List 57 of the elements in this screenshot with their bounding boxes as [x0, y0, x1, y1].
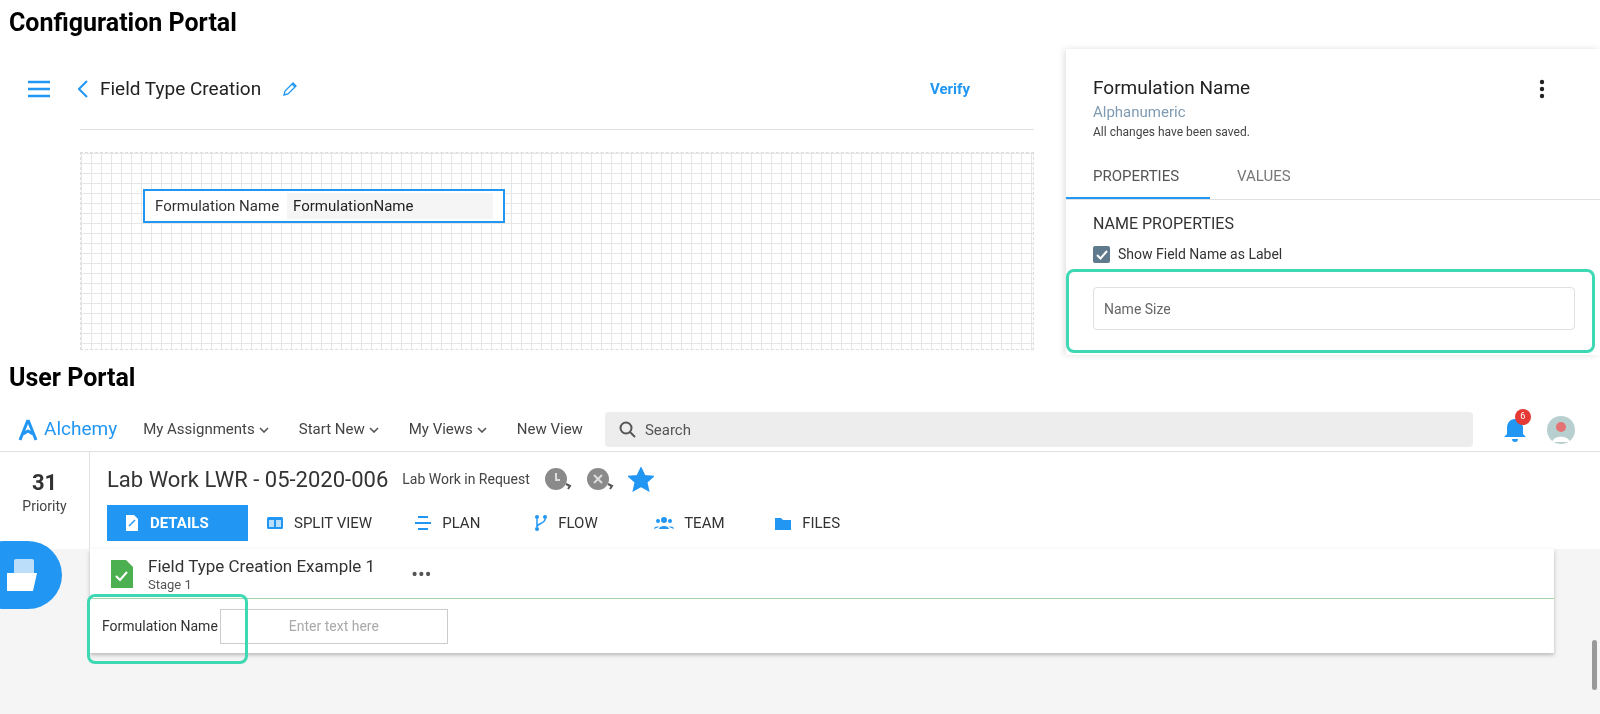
check-icon: [1095, 249, 1108, 260]
card-title: Field Type Creation Example 1: [148, 554, 376, 577]
panel-title: Formulation Name: [1093, 75, 1251, 101]
record-tab[interactable]: SPLIT VIEW: [264, 505, 413, 541]
more-button[interactable]: •••: [411, 563, 432, 584]
record-status: Lab Work in Request: [402, 469, 530, 489]
brand-name: Alchemy: [44, 416, 118, 443]
priority-number: 31: [31, 470, 58, 496]
logo-icon: [18, 417, 38, 442]
nav-menu-item[interactable]: New View: [516, 418, 583, 441]
branch-icon: [534, 514, 549, 532]
section-heading: Configuration Portal: [9, 8, 237, 38]
record-tab[interactable]: PLAN: [412, 505, 533, 541]
name-size-field[interactable]: Name Size: [1093, 287, 1575, 330]
notification-count: 6: [1514, 408, 1531, 425]
clock-icon[interactable]: [543, 466, 572, 492]
save-status: All changes have been saved.: [1093, 124, 1251, 141]
search-field[interactable]: Search: [604, 412, 1473, 447]
document-icon: [124, 514, 140, 532]
lines-icon: [414, 515, 433, 531]
columns-icon: [266, 515, 284, 531]
panel-tab[interactable]: VALUES: [1210, 155, 1318, 199]
section-title: NAME PROPERTIES: [1093, 213, 1235, 235]
people-icon: [654, 516, 675, 530]
avatar-icon[interactable]: [1546, 415, 1575, 444]
more-icon[interactable]: [1539, 79, 1545, 99]
search-icon: [618, 421, 636, 438]
checkbox-label: Show Field Name as Label: [1118, 245, 1283, 264]
nav-menu-item[interactable]: My Views: [408, 418, 487, 441]
record-tab[interactable]: TEAM: [652, 505, 773, 541]
record-tab[interactable]: FLOW: [532, 505, 653, 541]
page-title: Field Type Creation: [100, 75, 262, 102]
chevron-down-icon: [258, 426, 269, 433]
menu-icon[interactable]: [28, 80, 50, 98]
chevron-down-icon: [476, 426, 487, 433]
document-check-icon: [110, 558, 134, 589]
stage-label: Stage 1: [148, 576, 193, 593]
chevron-down-icon: [368, 426, 379, 433]
checkbox[interactable]: [1093, 246, 1110, 263]
scrollbar-thumb: [1592, 640, 1597, 690]
canvas-field[interactable]: Formulation Name FormulationName: [143, 189, 505, 223]
text-field[interactable]: Enter text here: [219, 608, 448, 644]
field-type: Alphanumeric: [1093, 102, 1187, 123]
panel-tab[interactable]: PROPERTIES: [1066, 155, 1210, 199]
field-value: FormulationName: [287, 193, 493, 219]
priority-label: Priority: [22, 497, 67, 516]
field-label: Formulation Name: [102, 616, 218, 636]
folder-icon: [774, 515, 793, 531]
record-title: Lab Work LWR - 05-2020-006: [107, 465, 389, 494]
section-heading: User Portal: [9, 363, 136, 393]
cancel-clock-icon[interactable]: [585, 466, 614, 492]
star-icon[interactable]: [627, 466, 654, 492]
field-label: Formulation Name: [155, 195, 280, 217]
record-tab[interactable]: FILES: [772, 505, 893, 541]
back-icon[interactable]: [78, 80, 88, 98]
nav-menu-item[interactable]: My Assignments: [143, 418, 269, 441]
nav-menu-item[interactable]: Start New: [298, 418, 379, 441]
